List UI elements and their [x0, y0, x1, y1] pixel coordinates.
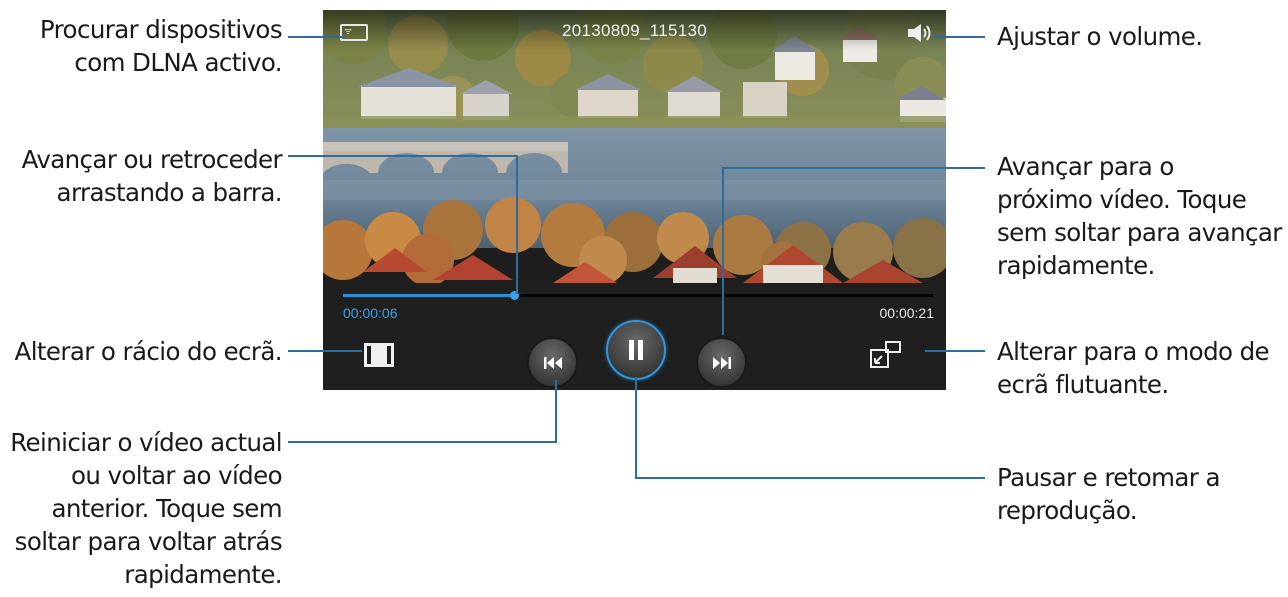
callout-prev-line: anterior. Toque sem: [51, 494, 282, 523]
callout-prev-line: Reiniciar o vídeo actual: [10, 428, 282, 457]
callout-popup-line: Alterar para o modo de: [997, 337, 1270, 366]
fast-forward-icon: [712, 356, 731, 369]
callout-dlna-line: Procurar dispositivos: [39, 15, 283, 44]
screen-ratio-button[interactable]: [364, 343, 394, 367]
callout-popup-line: ecrã flutuante.: [997, 370, 1169, 399]
callout-prev: Reiniciar o vídeo actual ou voltar ao ví…: [10, 426, 282, 591]
total-time: 00:00:21: [879, 305, 935, 321]
callout-next-line: sem soltar para avançar: [997, 218, 1282, 247]
elapsed-time: 00:00:06: [343, 305, 398, 321]
callout-next-line: Avançar para o: [997, 152, 1174, 181]
callout-next: Avançar para o próximo vídeo. Toque sem …: [997, 150, 1282, 282]
video-frame[interactable]: ᯤ 20130809_115130: [323, 10, 946, 283]
callout-ratio-line: Alterar o rácio do ecrã.: [14, 337, 283, 366]
callout-next-line: rapidamente.: [997, 251, 1155, 280]
callout-pause-line: Pausar e retomar a: [997, 463, 1220, 492]
screen-ratio-icon: [371, 346, 387, 364]
previous-button[interactable]: [527, 337, 578, 388]
video-top-bar: ᯤ 20130809_115130: [323, 10, 946, 50]
volume-button[interactable]: [906, 22, 934, 44]
speaker-icon: [908, 24, 931, 42]
video-player-screen: ᯤ 20130809_115130 00:00:06 00:00:21: [323, 10, 946, 390]
next-button[interactable]: [696, 337, 747, 388]
video-scene-image: [323, 10, 946, 283]
callout-prev-line: soltar para voltar atrás: [14, 527, 283, 556]
video-filename: 20130809_115130: [561, 21, 708, 40]
callout-volume-line: Ajustar o volume.: [997, 22, 1203, 51]
seek-bar[interactable]: [343, 291, 933, 300]
seek-bar-progress: [343, 294, 515, 297]
callout-prev-line: rapidamente.: [124, 560, 282, 589]
pause-button[interactable]: [606, 320, 666, 380]
pause-icon: [629, 340, 643, 360]
playback-controls: 00:00:06 00:00:21: [323, 283, 946, 390]
callout-dlna: Procurar dispositivos com DLNA activo.: [39, 13, 283, 79]
callout-popup: Alterar para o modo de ecrã flutuante.: [997, 335, 1270, 401]
popup-window-icon: [870, 341, 901, 368]
callout-pause-line: reprodução.: [997, 496, 1138, 525]
callout-seek-line: Avançar ou retroceder: [21, 145, 283, 174]
callout-next-line: próximo vídeo. Toque: [997, 185, 1247, 214]
callout-ratio: Alterar o rácio do ecrã.: [14, 335, 283, 368]
callout-seek-line: arrastando a barra.: [56, 178, 283, 207]
callout-volume: Ajustar o volume.: [997, 20, 1203, 53]
callout-prev-line: ou voltar ao vídeo: [71, 461, 283, 490]
leader-line-pause: [635, 377, 985, 479]
callout-seek: Avançar ou retroceder arrastando a barra…: [21, 143, 283, 209]
rewind-icon: [543, 356, 562, 369]
popup-player-button[interactable]: [869, 340, 903, 370]
callout-dlna-line: com DLNA activo.: [74, 48, 282, 77]
seek-bar-thumb[interactable]: [510, 291, 520, 300]
callout-pause: Pausar e retomar a reprodução.: [997, 461, 1220, 527]
